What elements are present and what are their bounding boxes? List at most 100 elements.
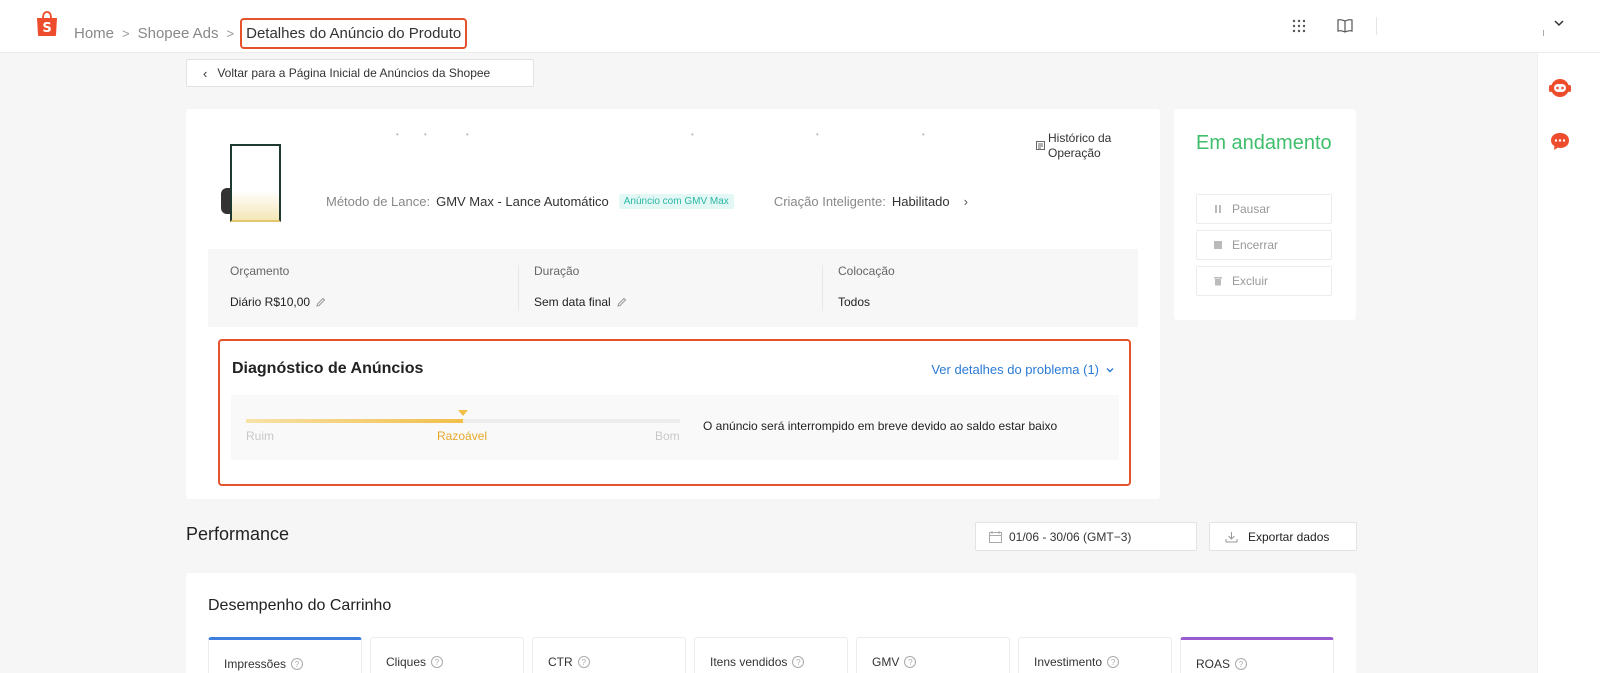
separator-tick bbox=[1543, 30, 1544, 36]
help-icon[interactable]: ? bbox=[577, 656, 590, 668]
help-icon[interactable]: ? bbox=[291, 658, 304, 670]
edit-pencil-icon[interactable] bbox=[315, 297, 326, 308]
pause-label: Pausar bbox=[1232, 202, 1271, 216]
duration-field: Duração Sem data final bbox=[534, 249, 627, 327]
help-icon[interactable]: ? bbox=[431, 656, 444, 668]
breadcrumb-current: Detalhes do Anúncio do Produto bbox=[240, 18, 468, 49]
metric-gmv[interactable]: GMV? bbox=[856, 637, 1010, 673]
score-marker-icon bbox=[458, 410, 468, 416]
diagnostic-title: Diagnóstico de Anúncios bbox=[232, 360, 424, 377]
smart-creation-label: Criação Inteligente: bbox=[773, 194, 886, 209]
edit-pencil-icon[interactable] bbox=[616, 297, 627, 308]
bid-method-value: GMV Max - Lance Automático bbox=[436, 194, 609, 209]
metric-investment[interactable]: Investimento? bbox=[1018, 637, 1172, 673]
trash-icon bbox=[1214, 277, 1222, 286]
ad-diagnostic-panel: Diagnóstico de Anúncios Ver detalhes do … bbox=[218, 339, 1131, 486]
history-label: Histórico da Operação bbox=[1048, 131, 1112, 160]
help-icon[interactable]: ? bbox=[1235, 658, 1248, 670]
gmv-max-tag: Anúncio com GMV Max bbox=[618, 194, 734, 209]
duration-label: Duração bbox=[534, 264, 580, 278]
placement-label: Colocação bbox=[838, 264, 895, 278]
decor-dot: • bbox=[396, 130, 399, 139]
budget-label: Orçamento bbox=[230, 264, 290, 278]
placement-value: Todos bbox=[838, 295, 871, 309]
column-divider bbox=[822, 265, 823, 311]
help-icon[interactable]: ? bbox=[1107, 656, 1120, 668]
level-good-label: Bom bbox=[655, 429, 680, 443]
svg-text:S: S bbox=[42, 21, 51, 36]
back-button-label: Voltar para a Página Inicial de Anúncios… bbox=[217, 66, 491, 80]
metric-label: CTR bbox=[548, 655, 573, 669]
level-fair-label: Razoável bbox=[437, 429, 488, 443]
bid-method-label: Método de Lance: bbox=[326, 194, 431, 209]
status-card: Em andamento Pausar Encerrar Excluir bbox=[1174, 109, 1356, 320]
back-to-ads-home-button[interactable]: ‹ Voltar para a Página Inicial de Anúnci… bbox=[186, 59, 534, 87]
chevron-left-icon: ‹ bbox=[203, 65, 208, 81]
book-icon[interactable] bbox=[1337, 18, 1353, 33]
product-thumbnail[interactable] bbox=[230, 144, 281, 222]
breadcrumb: Home > Shopee Ads > Detalhes do Anúncio … bbox=[74, 18, 468, 49]
export-data-button[interactable]: Exportar dados bbox=[1209, 522, 1357, 551]
decor-dot: • bbox=[424, 130, 427, 139]
budget-field: Orçamento Diário R$10,00 bbox=[230, 249, 326, 327]
metric-label: Investimento bbox=[1034, 655, 1103, 669]
breadcrumb-shopee-ads[interactable]: Shopee Ads bbox=[138, 25, 219, 42]
score-bar-track bbox=[246, 419, 680, 423]
cart-performance-card: Desempenho do Carrinho Impressões? Cliqu… bbox=[186, 573, 1356, 673]
history-icon bbox=[1036, 141, 1045, 150]
diagnostic-score-box: Ruim Razoável Bom O anúncio será interro… bbox=[231, 395, 1119, 460]
date-range-picker[interactable]: 01/06 - 30/06 (GMT−3) bbox=[975, 522, 1197, 551]
chat-icon[interactable] bbox=[1549, 131, 1571, 151]
date-range-value: 01/06 - 30/06 (GMT−3) bbox=[1009, 529, 1132, 544]
end-label: Encerrar bbox=[1232, 238, 1279, 252]
column-divider bbox=[518, 265, 519, 311]
metric-label: ROAS bbox=[1196, 657, 1231, 671]
metric-ctr[interactable]: CTR? bbox=[532, 637, 686, 673]
diagnostic-message: O anúncio será interrompido em breve dev… bbox=[703, 419, 1058, 433]
download-icon bbox=[1225, 531, 1238, 542]
assistant-robot-icon[interactable] bbox=[1547, 77, 1573, 99]
breadcrumb-home[interactable]: Home bbox=[74, 25, 114, 42]
delete-button[interactable]: Excluir bbox=[1196, 266, 1332, 296]
metric-label: Impressões bbox=[224, 657, 287, 671]
decor-dot: • bbox=[816, 130, 819, 139]
calendar-icon bbox=[989, 530, 1002, 543]
smart-creation-value[interactable]: Habilitado bbox=[892, 194, 950, 209]
decor-dot: • bbox=[691, 130, 694, 139]
help-icon[interactable]: ? bbox=[792, 656, 805, 668]
stop-icon bbox=[1214, 241, 1222, 249]
breadcrumb-separator: > bbox=[226, 26, 235, 41]
metric-label: Itens vendidos bbox=[710, 655, 788, 669]
apps-grid-icon[interactable] bbox=[1292, 19, 1306, 33]
help-icon[interactable]: ? bbox=[904, 656, 917, 668]
campaign-info-panel: Orçamento Diário R$10,00 Duração Sem dat… bbox=[208, 249, 1138, 327]
chevron-down-icon[interactable] bbox=[1553, 17, 1565, 29]
budget-value: Diário R$10,00 bbox=[230, 295, 311, 309]
metric-impressions[interactable]: Impressões? bbox=[208, 637, 362, 673]
chevron-down-icon bbox=[1106, 367, 1114, 372]
operation-history-link[interactable]: Histórico da Operação bbox=[1036, 131, 1146, 161]
end-button[interactable]: Encerrar bbox=[1196, 230, 1332, 260]
metric-clicks[interactable]: Cliques? bbox=[370, 637, 524, 673]
metric-label: Cliques bbox=[386, 655, 427, 669]
ad-details-card: Histórico da Operação • • • • • • Método… bbox=[186, 109, 1160, 499]
cart-performance-title: Desempenho do Carrinho bbox=[208, 597, 392, 614]
metric-roas[interactable]: ROAS? bbox=[1180, 637, 1334, 673]
breadcrumb-separator: > bbox=[122, 26, 130, 41]
score-bar-fill bbox=[246, 419, 463, 423]
metric-label: GMV bbox=[872, 655, 900, 669]
bid-info-line: Método de Lance: GMV Max - Lance Automát… bbox=[326, 194, 968, 209]
metric-items-sold[interactable]: Itens vendidos? bbox=[694, 637, 848, 673]
chevron-right-icon[interactable]: › bbox=[964, 194, 968, 209]
pause-button[interactable]: Pausar bbox=[1196, 194, 1332, 224]
pause-icon bbox=[1215, 205, 1221, 213]
placement-field: Colocação Todos bbox=[838, 249, 895, 327]
performance-title: Performance bbox=[186, 524, 290, 544]
details-link-label: Ver detalhes do problema (1) bbox=[931, 362, 1099, 377]
duration-value: Sem data final bbox=[534, 295, 611, 309]
delete-label: Excluir bbox=[1232, 274, 1269, 288]
decor-dot: • bbox=[922, 130, 925, 139]
shopee-logo-icon[interactable]: S bbox=[35, 11, 59, 37]
level-bad-label: Ruim bbox=[246, 429, 275, 443]
view-problem-details-link[interactable]: Ver detalhes do problema (1) bbox=[931, 362, 1115, 377]
